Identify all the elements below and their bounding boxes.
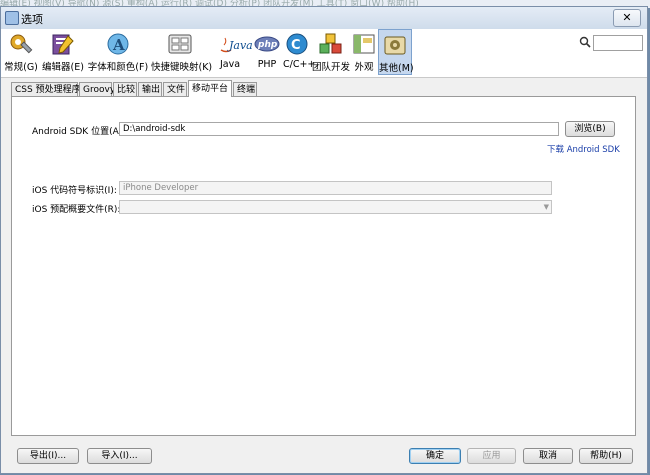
category-label: 外观 <box>354 62 374 73</box>
category-label: Java <box>219 59 241 70</box>
download-android-sdk-link[interactable]: 下载 Android SDK <box>547 143 620 155</box>
category-misc[interactable]: 其他(M) <box>378 29 414 75</box>
category-cpp[interactable]: C C/C++ <box>283 29 316 75</box>
font-color-icon: A <box>105 32 131 56</box>
editor-pen-icon <box>50 32 76 56</box>
category-php[interactable]: php PHP <box>252 29 282 75</box>
misc-icon <box>382 33 408 57</box>
tab-mobile-platform[interactable]: 移动平台 <box>188 80 232 97</box>
export-button[interactable]: 导出(I)... <box>17 448 79 464</box>
window-title: 选项 <box>21 13 43 26</box>
tab-groovy[interactable]: Groovy <box>79 82 115 96</box>
category-editor[interactable]: 编辑器(E) <box>41 29 85 75</box>
category-label: 快捷键映射(K) <box>151 62 213 73</box>
category-label: 字体和颜色(F) <box>87 62 149 73</box>
tab-compare[interactable]: 比较 <box>113 82 137 96</box>
team-cubes-icon <box>318 32 344 56</box>
ios-provisioning-profile-label: iOS 预配概要文件(R): <box>32 205 121 215</box>
category-label: 团队开发 <box>312 62 351 73</box>
help-button[interactable]: 帮助(H) <box>579 448 633 464</box>
browse-button[interactable]: 浏览(B) <box>565 121 615 137</box>
cpp-icon: C <box>284 32 310 56</box>
apply-button[interactable]: 应用 <box>467 448 516 464</box>
tab-css-preprocessor[interactable]: CSS 预处理程序 <box>11 82 81 96</box>
chevron-down-icon: ▼ <box>543 203 549 211</box>
cancel-button[interactable]: 取消 <box>523 448 573 464</box>
import-button[interactable]: 导入(I)... <box>87 448 152 464</box>
svg-text:C: C <box>291 38 301 53</box>
title-bar: 选项 ✕ <box>1 7 647 30</box>
category-label: PHP <box>257 59 277 70</box>
search-icon <box>579 36 591 48</box>
category-team[interactable]: 团队开发 <box>312 29 350 75</box>
category-toolbar: 常规(G) 编辑器(E) A 字体和颜色(F) 快捷键映射(K) Java Ja… <box>1 29 647 78</box>
category-general[interactable]: 常规(G) <box>4 29 38 75</box>
svg-text:A: A <box>112 36 125 54</box>
tab-output[interactable]: 输出 <box>138 82 162 96</box>
appearance-icon <box>351 32 377 56</box>
java-icon: Java <box>217 32 253 56</box>
search-box <box>579 35 643 51</box>
category-keymap[interactable]: 快捷键映射(K) <box>151 29 213 75</box>
keyboard-icon <box>167 32 193 56</box>
category-label: C/C++ <box>283 59 316 70</box>
svg-text:Java: Java <box>227 39 253 52</box>
svg-text:php: php <box>257 40 278 50</box>
php-icon: php <box>254 32 280 56</box>
ok-button[interactable]: 确定 <box>409 448 461 464</box>
category-appearance[interactable]: 外观 <box>351 29 377 75</box>
options-dialog: 选项 ✕ 常规(G) 编辑器(E) A 字体和颜色(F) 快捷键映射(K) Ja… <box>0 6 648 474</box>
app-icon <box>5 11 19 25</box>
ios-provisioning-profile-combo[interactable]: ▼ <box>119 200 552 214</box>
close-button[interactable]: ✕ <box>613 9 641 27</box>
android-sdk-path-field[interactable]: D:\android-sdk <box>119 122 559 136</box>
ios-signing-identity-label: iOS 代码符号标识(I): <box>32 186 117 196</box>
tab-terminal[interactable]: 终端 <box>233 82 257 96</box>
mobile-platform-panel: Android SDK 位置(A): D:\android-sdk 浏览(B) … <box>11 96 636 436</box>
ios-signing-identity-field[interactable]: iPhone Developer <box>119 181 552 195</box>
android-sdk-label: Android SDK 位置(A): <box>32 127 126 137</box>
search-input[interactable] <box>593 35 643 51</box>
category-label: 常规(G) <box>4 62 38 73</box>
gear-wrench-icon <box>8 32 34 56</box>
category-java[interactable]: Java Java <box>211 29 253 75</box>
tab-files[interactable]: 文件 <box>163 82 187 96</box>
category-label: 编辑器(E) <box>42 62 84 73</box>
category-label: 其他(M) <box>379 63 414 74</box>
category-fonts-colors[interactable]: A 字体和颜色(F) <box>87 29 149 75</box>
